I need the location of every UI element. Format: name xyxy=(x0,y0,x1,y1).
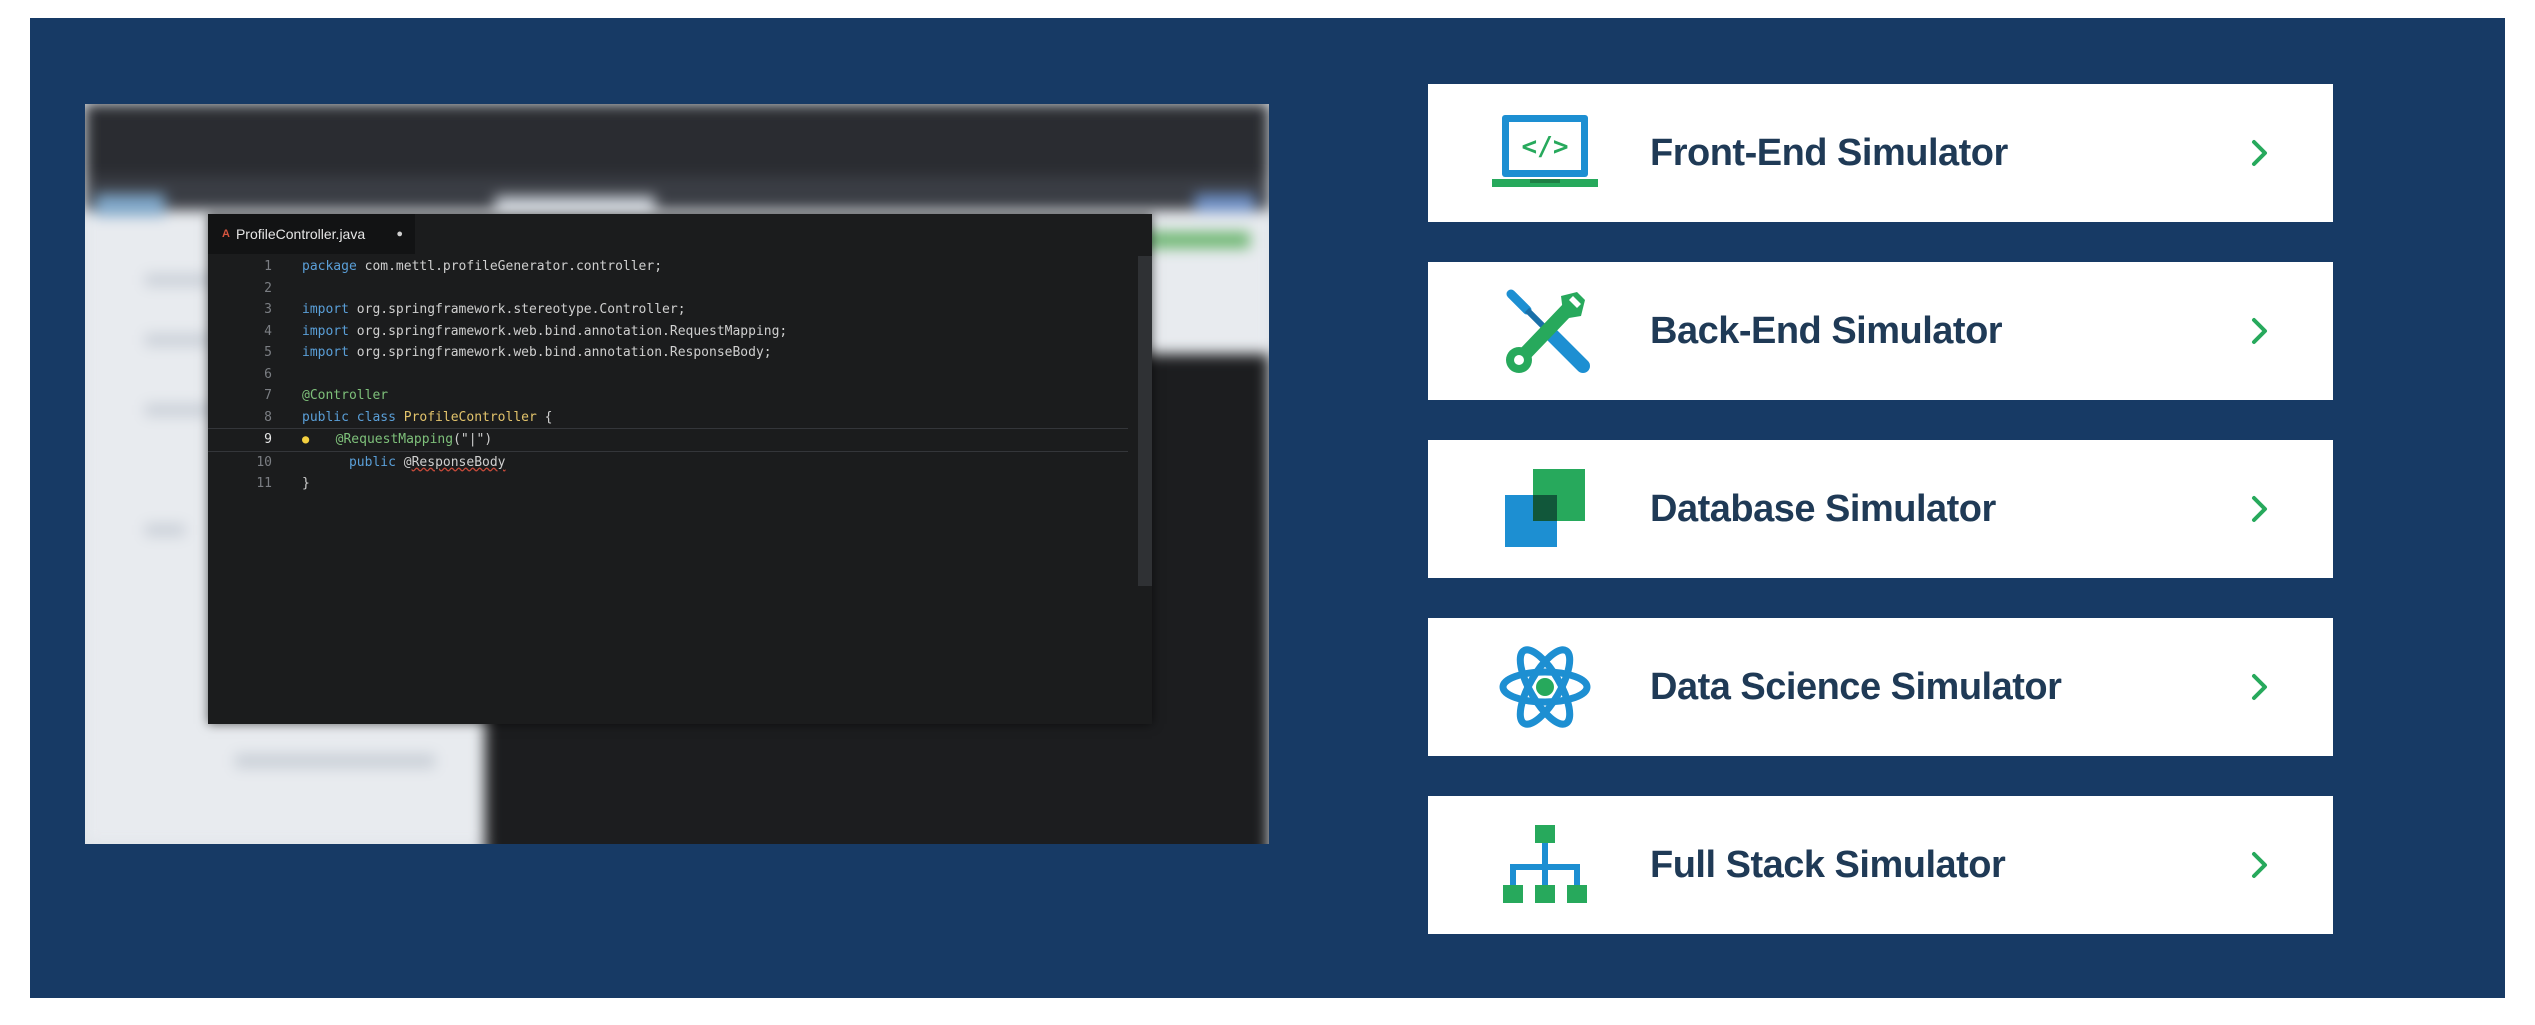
code-token: @RequestMapping xyxy=(335,432,454,447)
atom-icon xyxy=(1490,642,1600,732)
code-text: @Controller xyxy=(302,385,388,407)
simulator-item-back-end[interactable]: Back-End Simulator xyxy=(1428,262,2333,400)
code-token: ResponseBody xyxy=(411,454,506,470)
code-token: } xyxy=(302,476,310,491)
line-number: 4 xyxy=(264,323,272,339)
line-number: 10 xyxy=(256,454,272,470)
code-token: public xyxy=(348,454,396,470)
code-token: org.springframework.web.bind.annotation.… xyxy=(348,345,772,360)
code-text: } xyxy=(302,473,310,495)
code-text: public class ProfileController { xyxy=(302,407,552,429)
simulator-label: Data Science Simulator xyxy=(1650,665,2062,708)
code-token: @ xyxy=(395,454,412,470)
chevron-right-icon xyxy=(2247,667,2273,707)
chevron-right-icon xyxy=(2247,133,2273,173)
simulator-label: Database Simulator xyxy=(1650,487,1996,530)
chevron-right-icon xyxy=(2247,311,2273,351)
code-text: ● @RequestMapping("|") xyxy=(302,429,492,451)
chevron-right-icon xyxy=(2247,489,2273,529)
line-number: 7 xyxy=(264,388,272,403)
simulator-label: Back-End Simulator xyxy=(1650,309,2003,352)
line-number: 9 xyxy=(264,432,272,447)
code-token: org.springframework.web.bind.annotation.… xyxy=(348,323,788,339)
code-token: import xyxy=(302,345,349,360)
code-line[interactable]: 6 xyxy=(208,364,1128,386)
code-token: ProfileController xyxy=(403,409,537,425)
code-line[interactable]: 8 public class ProfileController { xyxy=(208,407,1128,429)
line-number: 8 xyxy=(264,409,272,425)
code-text: import org.springframework.web.bind.anno… xyxy=(302,342,772,364)
line-number: 2 xyxy=(264,280,272,296)
code-line[interactable]: 2 xyxy=(208,278,1128,300)
editor-scrollbar[interactable] xyxy=(1138,256,1152,586)
code-text: public @ResponseBody xyxy=(302,452,506,474)
lightbulb-icon[interactable]: ● xyxy=(302,429,320,451)
line-number: 1 xyxy=(264,259,272,274)
code-token: public class xyxy=(302,409,404,425)
code-token: org.springframework.stereotype.Controlle… xyxy=(348,302,686,317)
simulator-item-data-science[interactable]: Data Science Simulator xyxy=(1428,618,2333,756)
code-line[interactable]: 4 import org.springframework.web.bind.ann… xyxy=(208,321,1128,343)
code-line[interactable]: 3 import org.springframework.stereotype.C… xyxy=(208,299,1128,321)
code-text: import org.springframework.stereotype.Co… xyxy=(302,299,686,321)
simulator-label: Full Stack Simulator xyxy=(1650,843,2006,886)
code-line[interactable]: 1 package com.mettl.profileGenerator.cont… xyxy=(208,256,1128,278)
chevron-right-icon xyxy=(2247,845,2273,885)
code-text: package com.mettl.profileGenerator.contr… xyxy=(302,256,662,278)
simulator-item-database[interactable]: Database Simulator xyxy=(1428,440,2333,578)
code-line[interactable]: 10 public @ResponseBody xyxy=(208,452,1128,474)
code-editor-screenshot: A ProfileController.java ● 1 package com.… xyxy=(85,104,1269,844)
laptop-code-icon: </> xyxy=(1490,108,1600,198)
line-number: 11 xyxy=(256,476,272,491)
line-number: 6 xyxy=(264,366,272,382)
unsaved-dot-icon: ● xyxy=(396,228,403,240)
editor-window: A ProfileController.java ● 1 package com.… xyxy=(208,214,1152,724)
tools-icon xyxy=(1490,286,1600,376)
simulator-item-full-stack[interactable]: Full Stack Simulator xyxy=(1428,796,2333,934)
code-area[interactable]: 1 package com.mettl.profileGenerator.cont… xyxy=(208,256,1128,495)
code-line[interactable]: 7 @Controller xyxy=(208,385,1128,407)
code-token: package xyxy=(302,259,357,274)
code-text: import org.springframework.web.bind.anno… xyxy=(302,321,787,343)
editor-tab-label: ProfileController.java xyxy=(235,226,366,242)
code-token: { xyxy=(536,409,553,425)
line-number: 5 xyxy=(264,345,272,360)
database-squares-icon xyxy=(1490,464,1600,554)
line-number: 3 xyxy=(264,302,272,317)
simulator-label: Front-End Simulator xyxy=(1650,131,2008,174)
simulator-item-front-end[interactable]: </> Front-End Simulator xyxy=(1428,84,2333,222)
code-token: com.mettl.profileGenerator.controller; xyxy=(356,259,663,274)
code-line[interactable]: 5 import org.springframework.web.bind.ann… xyxy=(208,342,1128,364)
svg-text:</>: </> xyxy=(1522,132,1569,162)
code-line[interactable]: 11} xyxy=(208,473,1128,495)
hierarchy-icon xyxy=(1490,820,1600,910)
code-token: import xyxy=(302,302,349,317)
code-token: import xyxy=(302,323,349,339)
editor-tab[interactable]: A ProfileController.java ● xyxy=(208,214,415,254)
code-token: @Controller xyxy=(302,388,389,403)
java-file-icon: A xyxy=(222,228,230,240)
code-token: ("|") xyxy=(453,432,493,447)
code-line[interactable]: 9 ● @RequestMapping("|") xyxy=(208,428,1128,452)
